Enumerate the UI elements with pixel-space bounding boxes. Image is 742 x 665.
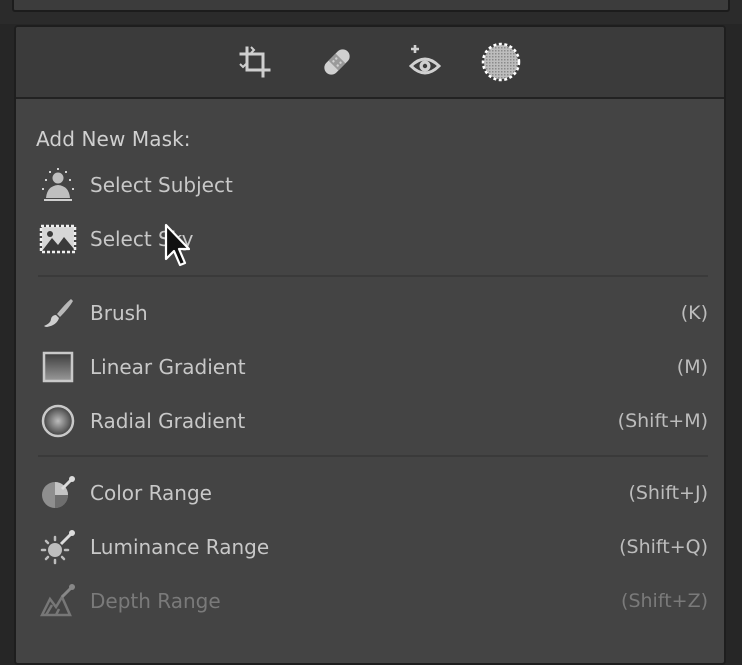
- luminance-range-item[interactable]: Luminance Range (Shift+Q): [38, 527, 708, 567]
- radial-gradient-label: Radial Gradient: [90, 409, 246, 433]
- select-sky-item[interactable]: Select Sky: [38, 219, 708, 259]
- healing-tool-button[interactable]: [316, 41, 358, 83]
- luminance-range-label: Luminance Range: [90, 535, 270, 559]
- luminance-range-shortcut: (Shift+Q): [619, 536, 708, 558]
- select-subject-label: Select Subject: [90, 173, 233, 197]
- select-sky-icon: [38, 219, 78, 259]
- masking-tool-button[interactable]: [480, 41, 522, 83]
- luminance-range-icon: [38, 527, 78, 567]
- radial-gradient-item[interactable]: Radial Gradient (Shift+M): [38, 401, 708, 441]
- radial-gradient-icon: [38, 401, 78, 441]
- divider-2: [38, 455, 708, 457]
- brush-icon: [38, 293, 78, 333]
- brush-shortcut: (K): [680, 302, 708, 324]
- healing-bandage-icon: [324, 49, 350, 75]
- red-eye-icon: [408, 45, 442, 75]
- depth-range-icon: [38, 581, 78, 621]
- brush-item[interactable]: Brush (K): [38, 293, 708, 333]
- tool-strip: [16, 27, 724, 99]
- color-range-item[interactable]: Color Range (Shift+J): [38, 473, 708, 513]
- red-eye-tool-button[interactable]: [404, 41, 446, 83]
- linear-gradient-icon: [38, 347, 78, 387]
- masking-icon: [481, 42, 521, 82]
- depth-range-shortcut: (Shift+Z): [621, 590, 708, 612]
- mask-panel: Add New Mask: Select Subject Select Sky …: [14, 25, 726, 665]
- linear-gradient-shortcut: (M): [676, 356, 708, 378]
- add-new-mask-title: Add New Mask:: [36, 127, 191, 151]
- depth-range-item[interactable]: Depth Range (Shift+Z): [38, 581, 708, 621]
- select-subject-icon: [38, 165, 78, 205]
- color-range-label: Color Range: [90, 481, 212, 505]
- color-range-shortcut: (Shift+J): [628, 482, 708, 504]
- crop-icon: [239, 46, 271, 78]
- select-subject-item[interactable]: Select Subject: [38, 165, 708, 205]
- divider-1: [38, 275, 708, 277]
- linear-gradient-item[interactable]: Linear Gradient (M): [38, 347, 708, 387]
- brush-label: Brush: [90, 301, 148, 325]
- linear-gradient-label: Linear Gradient: [90, 355, 246, 379]
- color-range-icon: [38, 473, 78, 513]
- radial-gradient-shortcut: (Shift+M): [617, 410, 708, 432]
- previous-panel-bottom: [12, 0, 730, 12]
- top-panel-edge: [0, 0, 742, 24]
- mouse-pointer-icon: [164, 223, 190, 267]
- depth-range-label: Depth Range: [90, 589, 221, 613]
- crop-tool-button[interactable]: [234, 41, 276, 83]
